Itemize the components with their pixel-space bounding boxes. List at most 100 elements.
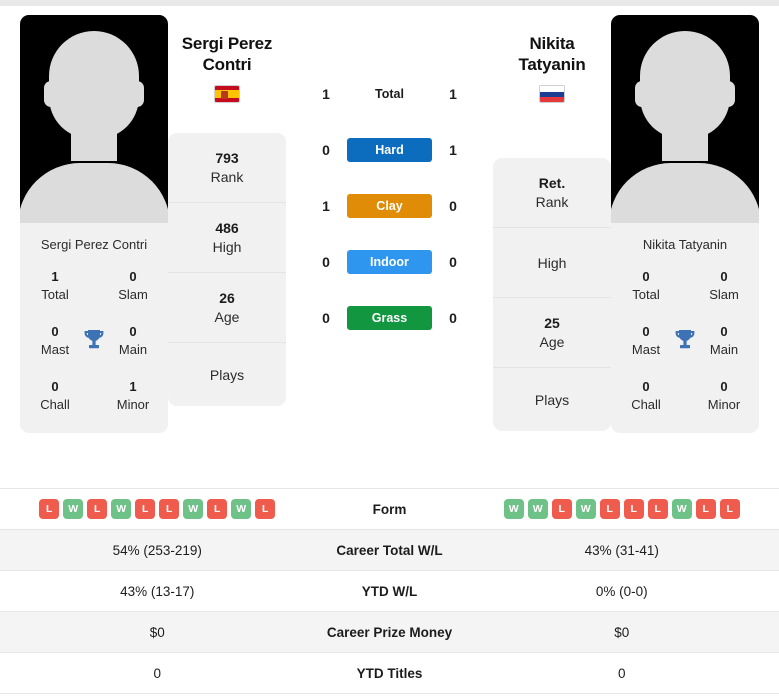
surface-indoor-label[interactable]: Indoor (347, 250, 432, 274)
surface-grass-label[interactable]: Grass (347, 306, 432, 330)
titles-row-chall-minor-right: 0 Chall 0 Minor (611, 378, 759, 433)
form-badge[interactable]: L (647, 499, 668, 519)
form-badge[interactable]: W (527, 499, 548, 519)
titles-total-value-left: 1 (51, 269, 59, 284)
ytd-titles-left: 0 (153, 665, 161, 681)
form-badge[interactable]: L (623, 499, 644, 519)
info-rank-label-right: Rank (535, 193, 569, 210)
info-row-rank-right: Ret. Rank (493, 158, 611, 229)
table-row-ytd-wl: 43% (13-17) YTD W/L 0% (0-0) (0, 571, 779, 612)
titles-total-label-right: Total (632, 286, 660, 302)
form-badge[interactable]: W (671, 499, 692, 519)
titles-row-chall-minor-left: 0 Chall 1 Minor (20, 378, 168, 433)
player-name-left-line1: Sergi Perez (181, 34, 273, 53)
silhouette-ear-right-icon (130, 81, 144, 107)
form-badge[interactable]: W (503, 499, 524, 519)
form-badge[interactable]: L (87, 499, 108, 519)
surface-total-label: Total (375, 87, 404, 101)
titles-row-mast-main-left: 0 Mast 0 Main (20, 323, 168, 378)
ytd-wl-left: 43% (13-17) (120, 583, 195, 599)
titles-main-right: 0 Main (701, 323, 747, 358)
titles-mast-value-left: 0 (51, 324, 59, 340)
info-row-age-right: 25 Age (493, 298, 611, 369)
form-badge[interactable]: L (255, 499, 276, 519)
form-badge[interactable]: W (575, 499, 596, 519)
ytd-titles-label: YTD Titles (356, 665, 423, 681)
surface-grass-left-score: 0 (322, 310, 330, 326)
form-badge[interactable]: L (207, 499, 228, 519)
surface-total-left-score: 1 (322, 86, 330, 102)
titles-chall-value-right: 0 (642, 379, 650, 395)
player-card-left[interactable]: Sergi Perez Contri 1 Total 0 Slam 0 Mast (20, 15, 168, 434)
silhouette-body-icon (20, 163, 168, 223)
info-row-high-right: High (493, 228, 611, 299)
surface-row-indoor: 0 Indoor 0 (286, 234, 493, 290)
titles-slam-label-left: Slam (118, 286, 148, 302)
surface-hard-right-score: 1 (449, 142, 457, 158)
info-high-value-left: 486 (215, 220, 239, 237)
titles-total-label-left: Total (41, 286, 69, 302)
titles-main-label-right: Main (709, 341, 739, 357)
form-badge[interactable]: L (695, 499, 716, 519)
form-badge[interactable]: L (719, 499, 740, 519)
player-card-name-left: Sergi Perez Contri (40, 237, 148, 252)
form-badge[interactable]: L (551, 499, 572, 519)
titles-chall-label-left: Chall (40, 396, 70, 412)
form-badge[interactable]: W (63, 499, 84, 519)
info-plays-label-left: Plays (209, 366, 245, 383)
titles-slam-value-left: 0 (129, 269, 137, 284)
titles-minor-label-right: Minor (707, 396, 741, 412)
form-badge[interactable]: L (599, 499, 620, 519)
player-name-right-line2: Tatyanin (518, 54, 586, 74)
table-row-career-total-wl: 54% (253-219) Career Total W/L 43% (31-4… (0, 530, 779, 571)
surface-clay-right-score: 0 (449, 198, 457, 214)
info-rank-value-left: 793 (215, 150, 239, 167)
ytd-wl-label: YTD W/L (361, 583, 418, 599)
flag-spain-icon (214, 85, 240, 104)
titles-minor-right: 0 Minor (701, 378, 747, 413)
surface-indoor-right-score: 0 (449, 254, 457, 270)
silhouette-head-icon (49, 31, 139, 139)
flag-russia-icon (539, 85, 565, 104)
silhouette-neck-icon (662, 127, 708, 161)
trophy-icon-right (670, 329, 700, 353)
info-rank-label-left: Rank (210, 168, 244, 185)
stats-table: LWLWLLWLWL Form WWLWLLLWLL 54% (253-219)… (0, 488, 779, 694)
info-age-value-left: 26 (219, 290, 235, 307)
form-badge[interactable]: L (39, 499, 60, 519)
silhouette-neck-icon (71, 127, 117, 161)
player-info-card-right: Ret. Rank High 25 Age Plays (493, 158, 611, 432)
form-badge[interactable]: L (159, 499, 180, 519)
player-info-right: Nikita Tatyanin Ret. Rank High 25 Age Pl… (493, 6, 611, 432)
titles-chall-right: 0 Chall (623, 378, 669, 413)
titles-main-label-left: Main (118, 341, 148, 357)
titles-mast-left: 0 Mast (32, 323, 78, 358)
form-badge[interactable]: W (183, 499, 204, 519)
surface-row-total: 1 Total 1 (286, 66, 493, 122)
titles-slam-right: 0 Slam (701, 268, 747, 303)
titles-minor-value-right: 0 (720, 379, 728, 395)
player-card-name-right: Nikita Tatyanin (642, 237, 728, 252)
titles-row-mast-main-right: 0 Mast 0 Main (611, 323, 759, 378)
titles-total-right: 0 Total (623, 268, 669, 303)
surface-clay-label[interactable]: Clay (347, 194, 432, 218)
surface-indoor-left-score: 0 (322, 254, 330, 270)
head-to-head-page: Sergi Perez Contri 1 Total 0 Slam 0 Mast (0, 0, 779, 699)
surface-total-right-score: 1 (449, 86, 457, 102)
form-badge[interactable]: W (111, 499, 132, 519)
form-badge[interactable]: L (135, 499, 156, 519)
titles-mast-label-left: Mast (40, 341, 70, 357)
player-photo-right (611, 15, 759, 223)
titles-chall-value-left: 0 (51, 379, 59, 395)
career-prize-money-label: Career Prize Money (326, 624, 453, 640)
player-card-right[interactable]: Nikita Tatyanin 0 Total 0 Slam 0 Mast 0 … (611, 15, 759, 434)
silhouette-ear-right-icon (721, 81, 735, 107)
info-age-value-right: 25 (544, 315, 560, 332)
form-badge[interactable]: W (231, 499, 252, 519)
info-rank-value-right: Ret. (538, 175, 566, 192)
surface-row-clay: 1 Clay 0 (286, 178, 493, 234)
career-total-wl-label: Career Total W/L (336, 542, 443, 558)
surface-hard-label[interactable]: Hard (347, 138, 432, 162)
titles-slam-label-right: Slam (709, 286, 739, 302)
surface-breakdown: 1 Total 1 0 Hard 1 1 Clay 0 0 Indoor 0 0 (286, 6, 493, 346)
